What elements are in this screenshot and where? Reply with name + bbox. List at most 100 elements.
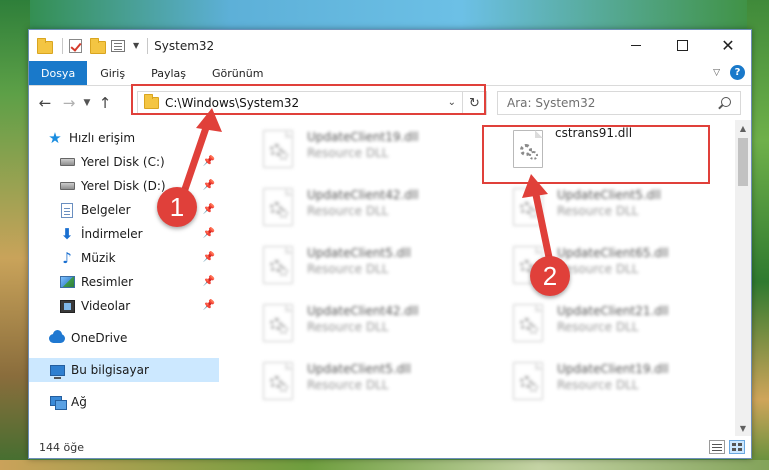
sidebar-item-label: Resimler xyxy=(81,275,134,289)
documents-icon xyxy=(59,202,75,218)
dll-file-icon xyxy=(263,130,293,168)
pin-icon[interactable]: 📌 xyxy=(203,228,215,239)
list-item[interactable]: UpdateClient19.dll Resource DLL xyxy=(263,130,493,174)
customize-toolbar-chevron-icon[interactable]: ▼ xyxy=(133,41,139,50)
file-name: UpdateClient19.dll xyxy=(307,130,419,144)
sidebar-item-label: Videolar xyxy=(81,299,131,313)
back-arrow-icon[interactable]: ← xyxy=(33,94,57,112)
desktop-wallpaper-left xyxy=(0,0,30,470)
target-file-highlight xyxy=(482,125,710,184)
dll-file-icon xyxy=(513,362,543,400)
toolbar-divider xyxy=(62,37,63,54)
up-arrow-icon[interactable]: ↑ xyxy=(93,94,117,112)
step-badge-1: 1 xyxy=(157,187,197,227)
forward-arrow-icon[interactable]: → xyxy=(57,94,81,112)
onedrive-icon xyxy=(49,329,65,346)
properties-icon[interactable] xyxy=(111,39,127,53)
pin-icon[interactable]: 📌 xyxy=(203,156,215,167)
list-item[interactable]: UpdateClient5.dll Resource DLL xyxy=(263,362,493,406)
maximize-button[interactable] xyxy=(659,30,705,61)
expand-ribbon-chevron-icon[interactable]: ▽ xyxy=(713,68,720,78)
file-name: UpdateClient5.dll xyxy=(307,246,411,260)
file-type: Resource DLL xyxy=(307,262,389,276)
file-type: Resource DLL xyxy=(557,378,639,392)
file-type: Resource DLL xyxy=(307,320,389,334)
quick-access-toolbar: ▼ xyxy=(37,37,154,54)
pin-icon[interactable]: 📌 xyxy=(203,276,215,287)
properties-check-icon[interactable] xyxy=(69,38,85,53)
sidebar-item-network[interactable]: Ağ xyxy=(29,390,219,414)
navigation-pane: ★ Hızlı erişim Yerel Disk (C:) 📌 Yerel D… xyxy=(29,120,219,436)
sidebar-item-this-pc[interactable]: Bu bilgisayar xyxy=(29,358,219,382)
pin-icon[interactable]: 📌 xyxy=(203,180,215,191)
file-name: UpdateClient5.dll xyxy=(557,188,661,202)
toolbar-divider xyxy=(147,37,149,54)
file-type: Resource DLL xyxy=(307,146,389,160)
dll-file-icon xyxy=(513,304,543,342)
scrollbar-thumb[interactable] xyxy=(738,138,748,186)
sidebar-item-label: Hızlı erişim xyxy=(69,131,136,145)
help-icon[interactable]: ? xyxy=(730,65,745,80)
file-type: Resource DLL xyxy=(307,204,389,218)
window-controls: ✕ xyxy=(613,30,751,61)
disk-icon xyxy=(59,154,75,170)
new-folder-icon[interactable] xyxy=(90,37,106,54)
large-icons-view-icon[interactable] xyxy=(729,440,745,454)
network-icon xyxy=(49,394,67,410)
music-icon: ♪ xyxy=(62,249,72,267)
sidebar-item-quick-access[interactable]: ★ Hızlı erişim xyxy=(29,126,219,150)
desktop-wallpaper-top xyxy=(0,0,769,30)
details-view-icon[interactable] xyxy=(709,440,725,454)
list-item[interactable]: UpdateClient42.dll Resource DLL xyxy=(263,188,493,232)
file-type: Resource DLL xyxy=(307,378,389,392)
tab-home[interactable]: Giriş xyxy=(87,61,138,85)
recent-locations-chevron-icon[interactable]: ▼ xyxy=(81,98,93,108)
file-name: UpdateClient42.dll xyxy=(307,304,419,318)
sidebar-item-label: İndirmeler xyxy=(81,227,143,241)
item-count: 144 öğe xyxy=(39,440,84,454)
sidebar-item-local-disk-c[interactable]: Yerel Disk (C:) 📌 xyxy=(29,150,219,174)
tab-file[interactable]: Dosya xyxy=(29,61,88,85)
list-item[interactable]: UpdateClient21.dll Resource DLL xyxy=(513,304,743,348)
dll-file-icon xyxy=(263,362,293,400)
list-item[interactable]: UpdateClient5.dll Resource DLL xyxy=(263,246,493,290)
file-name: UpdateClient5.dll xyxy=(307,362,411,376)
sidebar-item-label: OneDrive xyxy=(71,331,128,345)
tab-share[interactable]: Paylaş xyxy=(138,61,199,85)
minimize-button[interactable] xyxy=(613,30,659,61)
list-item[interactable]: UpdateClient42.dll Resource DLL xyxy=(263,304,493,348)
file-type: Resource DLL xyxy=(557,320,639,334)
dll-file-icon xyxy=(263,304,293,342)
list-item[interactable]: UpdateClient5.dll Resource DLL xyxy=(513,188,743,232)
pin-icon[interactable]: 📌 xyxy=(203,204,215,215)
scroll-up-arrow-icon[interactable]: ▲ xyxy=(735,120,751,136)
dll-file-icon xyxy=(263,246,293,284)
sidebar-item-label: Belgeler xyxy=(81,203,131,217)
sidebar-item-downloads[interactable]: ⬇ İndirmeler 📌 xyxy=(29,222,219,246)
list-item[interactable]: UpdateClient19.dll Resource DLL xyxy=(513,362,743,406)
download-icon: ⬇ xyxy=(60,225,74,243)
sidebar-item-videos[interactable]: Videolar 📌 xyxy=(29,294,219,318)
dll-file-icon xyxy=(263,188,293,226)
title-bar: ▼ System32 ✕ xyxy=(29,30,751,61)
close-button[interactable]: ✕ xyxy=(705,30,751,61)
vertical-scrollbar[interactable]: ▲ ▼ xyxy=(735,120,751,436)
pin-icon[interactable]: 📌 xyxy=(203,252,215,263)
scroll-down-arrow-icon[interactable]: ▼ xyxy=(735,420,751,436)
tab-view[interactable]: Görünüm xyxy=(199,61,276,85)
sidebar-item-music[interactable]: ♪ Müzik 📌 xyxy=(29,246,219,270)
file-name: UpdateClient42.dll xyxy=(307,188,419,202)
search-input[interactable]: Ara: System32 xyxy=(497,91,741,115)
sidebar-item-pictures[interactable]: Resimler 📌 xyxy=(29,270,219,294)
desktop-wallpaper-bottom xyxy=(0,460,769,470)
sidebar-item-label: Ağ xyxy=(71,395,87,409)
sidebar-item-label: Yerel Disk (D:) xyxy=(81,179,166,193)
sidebar-item-label: Bu bilgisayar xyxy=(71,363,149,377)
disk-icon xyxy=(59,178,75,194)
file-name: UpdateClient65.dll xyxy=(557,246,669,260)
file-name: UpdateClient19.dll xyxy=(557,362,669,376)
computer-icon xyxy=(49,362,65,379)
pin-icon[interactable]: 📌 xyxy=(203,300,215,311)
sidebar-item-onedrive[interactable]: OneDrive xyxy=(29,326,219,350)
file-name: UpdateClient21.dll xyxy=(557,304,669,318)
